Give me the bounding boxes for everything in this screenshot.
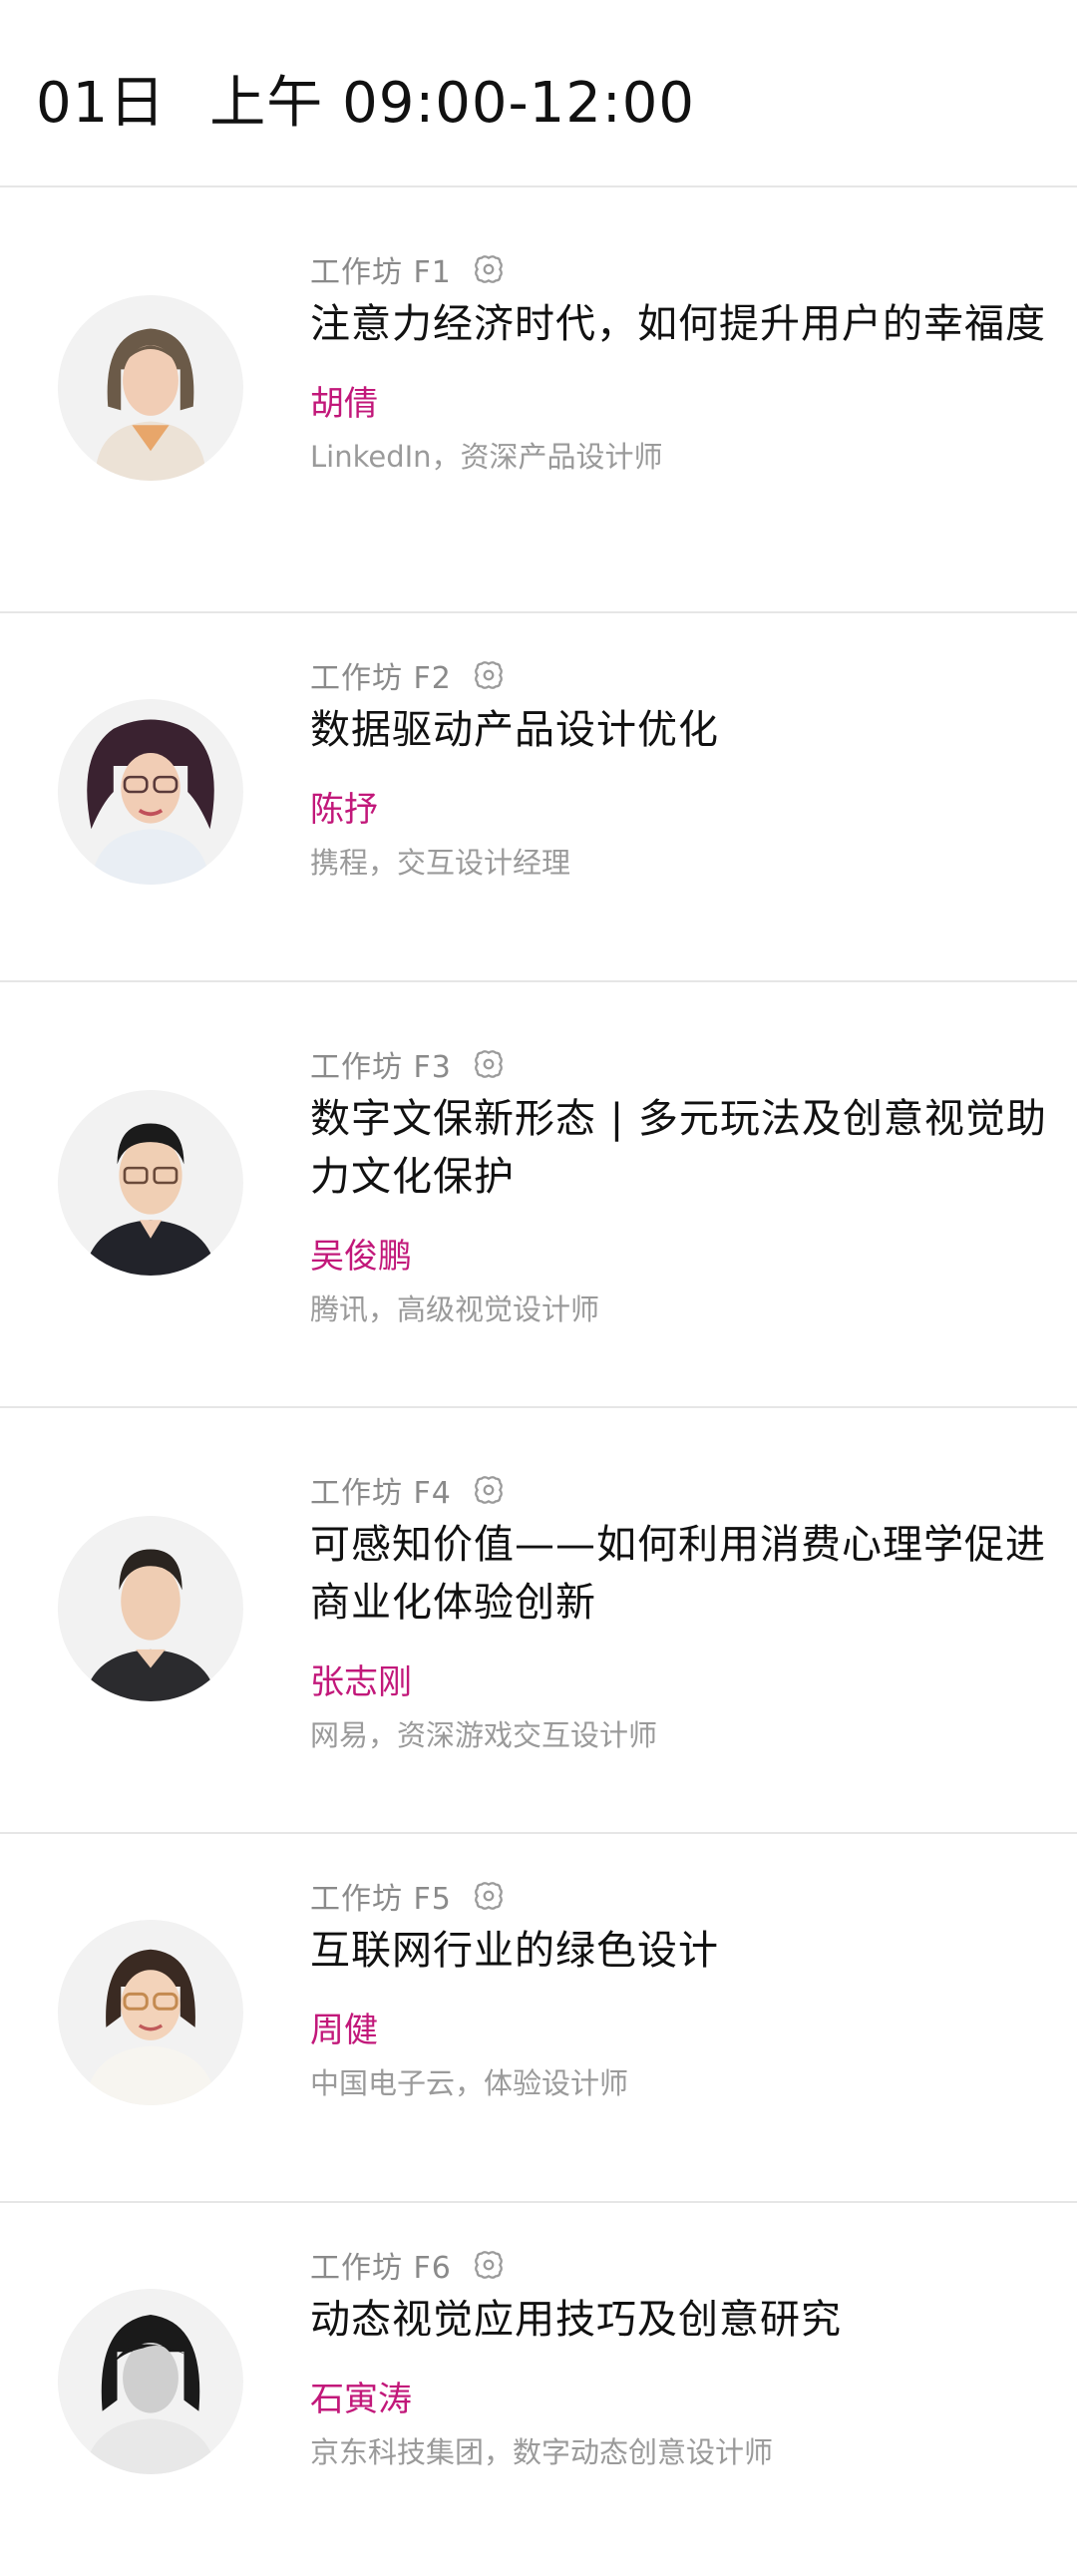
tag-row: 工作坊 F4: [310, 1470, 1047, 1511]
speaker-photo: [58, 295, 243, 481]
session-item[interactable]: 工作坊 F4 可感知价值——如何利用消费心理学促进商业化体验创新 张志刚 网易，…: [0, 1408, 1077, 1834]
session-title: 互联网行业的绿色设计: [310, 1928, 719, 1974]
speaker-photo: [58, 1920, 243, 2105]
speaker-avatar: [58, 699, 243, 885]
workshop-icon: [472, 658, 506, 692]
workshop-tag: 工作坊 F4: [310, 1476, 452, 1511]
tag-row: 工作坊 F2: [310, 655, 1047, 696]
tag-row: 工作坊 F5: [310, 1876, 1047, 1917]
session-title: 动态视觉应用技巧及创意研究: [310, 2297, 842, 2343]
speaker-name: 陈抒: [310, 790, 378, 830]
speaker-role: 携程，交互设计经理: [310, 846, 571, 880]
speaker-avatar: [58, 1516, 243, 1701]
tag-row: 工作坊 F3: [310, 1044, 1047, 1085]
session-title: 注意力经济时代，如何提升用户的幸福度: [310, 301, 1046, 347]
session-item[interactable]: 工作坊 F6 动态视觉应用技巧及创意研究 石寅涛 京东科技集团，数字动态创意设计…: [0, 2203, 1077, 2575]
schedule-header: 01日 上午 09:00-12:00: [0, 0, 1077, 187]
speaker-role: 网易，资深游戏交互设计师: [310, 1718, 658, 1752]
speaker-role: 腾讯，高级视觉设计师: [310, 1292, 600, 1326]
speaker-role: 中国电子云，体验设计师: [310, 2066, 629, 2100]
workshop-tag: 工作坊 F1: [310, 255, 452, 290]
workshop-tag: 工作坊 F2: [310, 661, 452, 696]
workshop-tag: 工作坊 F6: [310, 2251, 452, 2286]
speaker-avatar: [58, 295, 243, 481]
session-title: 可感知价值——如何利用消费心理学促进商业化体验创新: [310, 1522, 1046, 1626]
tag-row: 工作坊 F1: [310, 249, 1047, 290]
workshop-icon: [472, 1879, 506, 1913]
schedule-time: 上午 09:00-12:00: [209, 70, 696, 136]
session-item[interactable]: 工作坊 F1 注意力经济时代，如何提升用户的幸福度 胡倩 LinkedIn，资深…: [0, 187, 1077, 613]
session-title: 数字文保新形态 | 多元玩法及创意视觉助力文化保护: [310, 1096, 1047, 1200]
session-title: 数据驱动产品设计优化: [310, 707, 719, 753]
speaker-name: 石寅涛: [310, 2380, 412, 2419]
workshop-icon: [472, 1473, 506, 1507]
workshop-tag: 工作坊 F3: [310, 1050, 452, 1085]
workshop-icon: [472, 2248, 506, 2282]
speaker-photo: [58, 1090, 243, 1276]
speaker-avatar: [58, 2289, 243, 2474]
speaker-name: 胡倩: [310, 384, 378, 424]
speaker-avatar: [58, 1090, 243, 1276]
schedule-date: 01日: [36, 70, 167, 136]
session-item[interactable]: 工作坊 F3 数字文保新形态 | 多元玩法及创意视觉助力文化保护 吴俊鹏 腾讯，…: [0, 982, 1077, 1408]
speaker-avatar: [58, 1920, 243, 2105]
speaker-name: 张志刚: [310, 1662, 412, 1702]
workshop-icon: [472, 252, 506, 286]
session-item[interactable]: 工作坊 F5 互联网行业的绿色设计 周健 中国电子云，体验设计师: [0, 1834, 1077, 2203]
workshop-tag: 工作坊 F5: [310, 1882, 452, 1917]
workshop-icon: [472, 1047, 506, 1081]
session-item[interactable]: 工作坊 F2 数据驱动产品设计优化 陈抒 携程，交互设计经理: [0, 613, 1077, 982]
speaker-photo: [58, 699, 243, 885]
speaker-role: LinkedIn，资深产品设计师: [310, 440, 663, 474]
tag-row: 工作坊 F6: [310, 2245, 1047, 2286]
speaker-photo: [58, 2289, 243, 2474]
speaker-photo: [58, 1516, 243, 1701]
speaker-name: 周健: [310, 2011, 378, 2050]
speaker-role: 京东科技集团，数字动态创意设计师: [310, 2435, 774, 2469]
speaker-name: 吴俊鹏: [310, 1237, 412, 1277]
